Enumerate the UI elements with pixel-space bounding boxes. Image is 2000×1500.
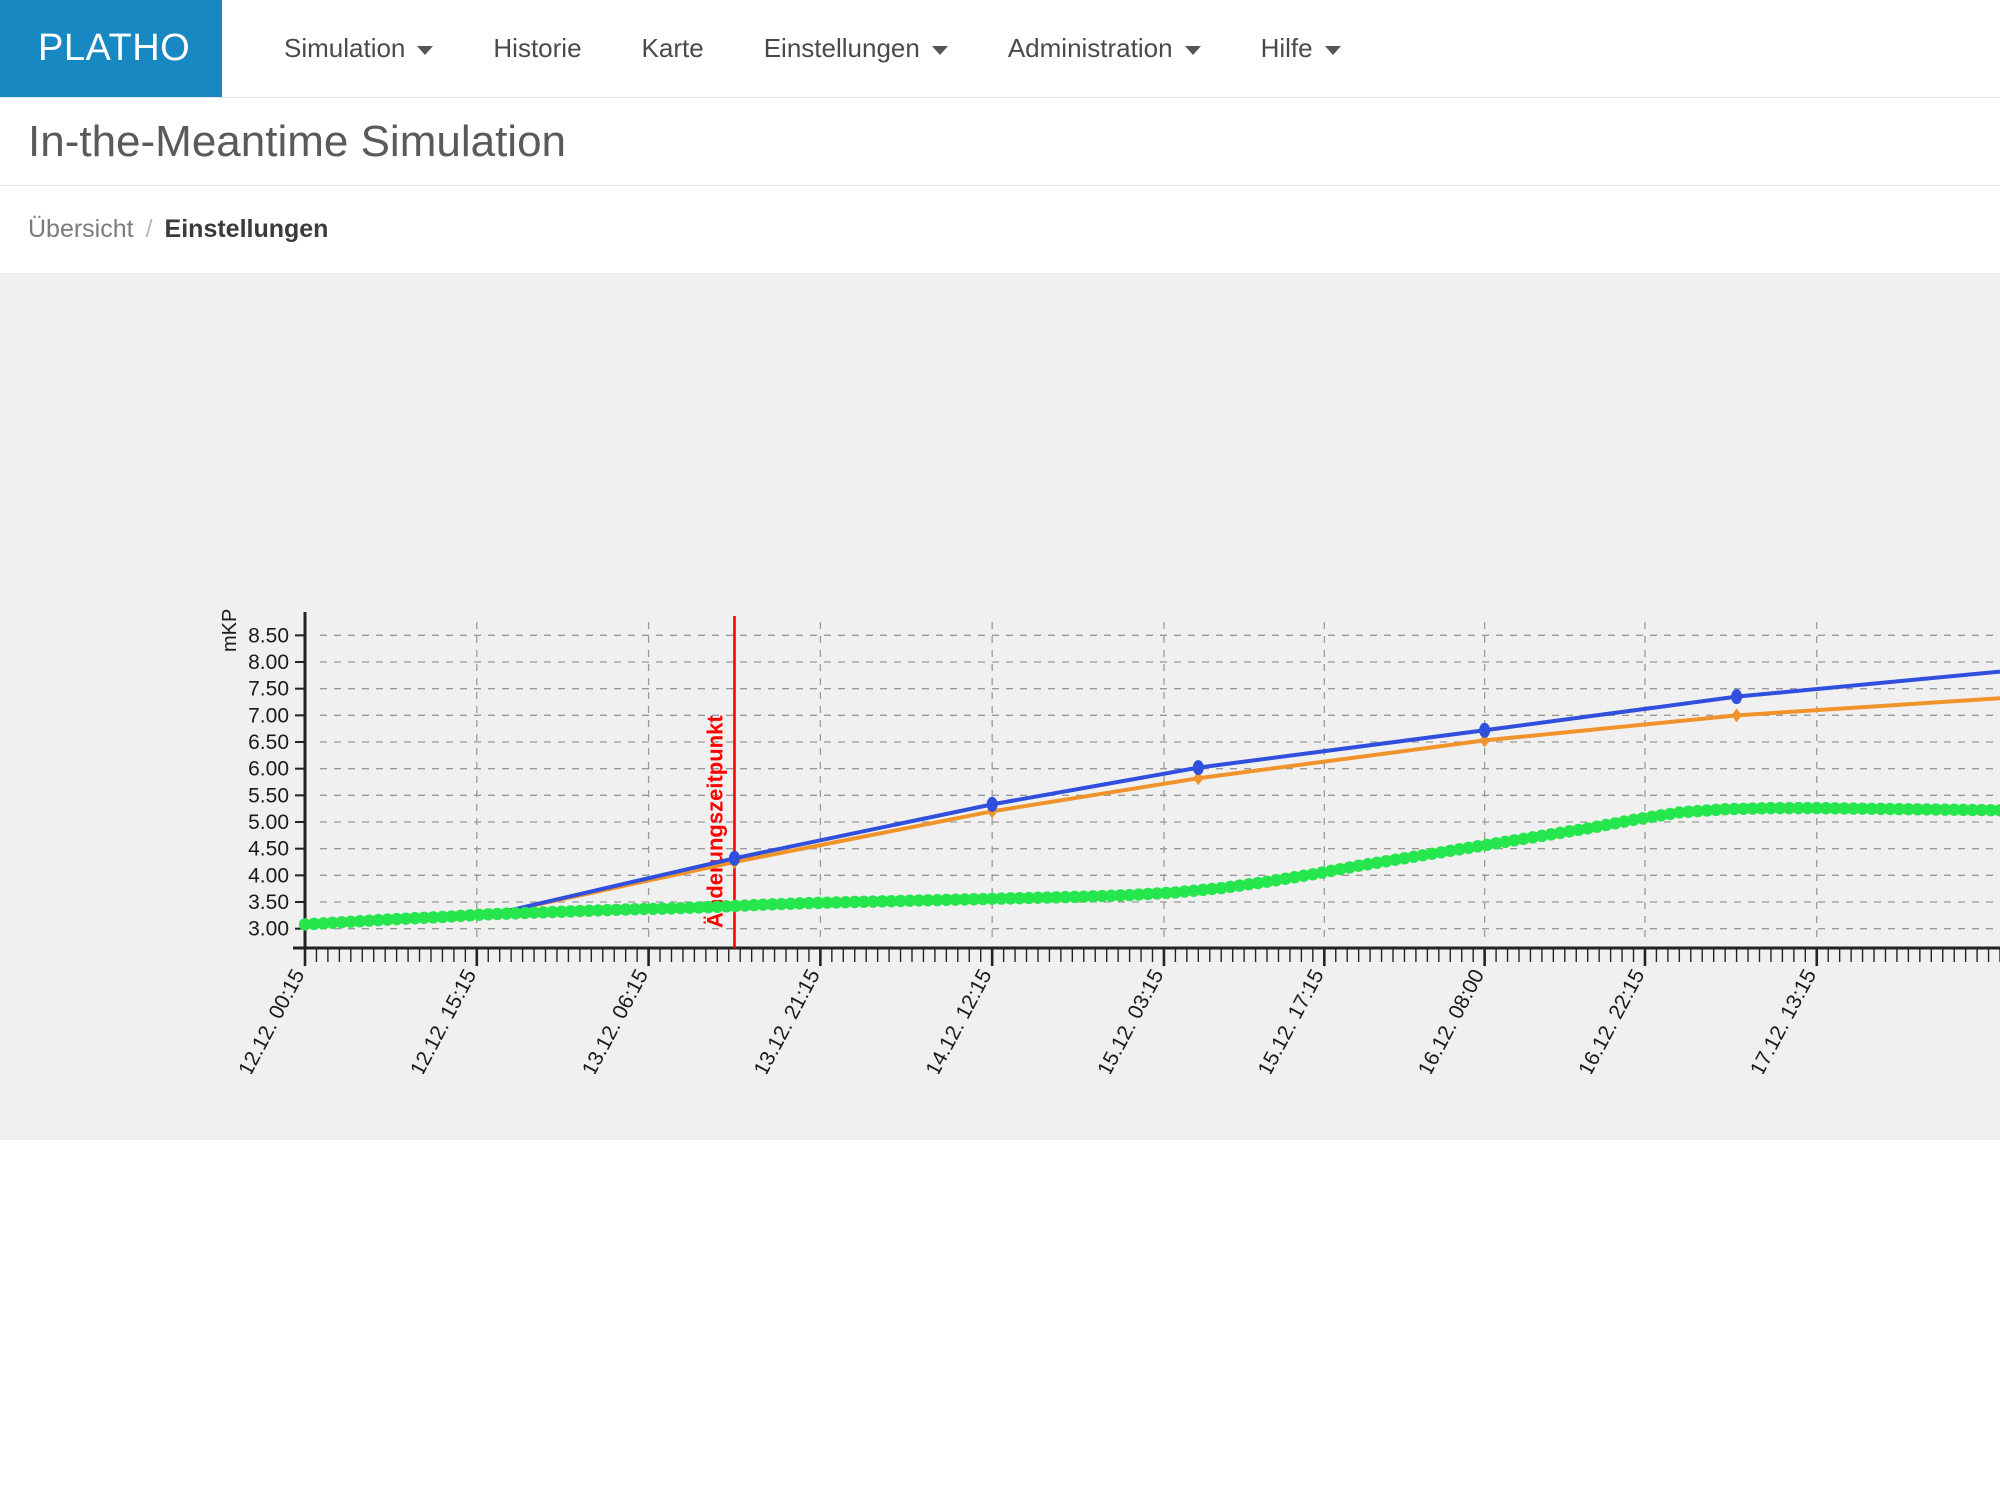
x-tick-label: 13.12. 21:15 xyxy=(750,966,825,1074)
y-tick-label: 3.50 xyxy=(248,891,289,914)
breadcrumb-root[interactable]: Übersicht xyxy=(28,215,134,244)
brand-logo[interactable]: PLATHO xyxy=(0,0,222,97)
chevron-down-icon xyxy=(1324,46,1341,55)
page-title: In-the-Meantime Simulation xyxy=(28,116,567,166)
nav-item-simulation[interactable]: Simulation xyxy=(254,0,463,97)
data-point xyxy=(1731,689,1743,705)
y-tick-label: 7.50 xyxy=(248,678,289,701)
main-navbar: PLATHO Simulation Historie Karte Einstel… xyxy=(0,0,2000,98)
nav-item-einstellungen[interactable]: Einstellungen xyxy=(734,0,978,97)
chart-svg: mKP 3.00 3.50 4.00 4.50 5.00 5.50 6.00 6.50 7.00 7… xyxy=(219,609,2000,1079)
y-axis-label: mKP xyxy=(219,609,241,652)
nav-item-label: Simulation xyxy=(284,33,406,63)
x-tick-label: 12.12. 00:15 xyxy=(234,966,309,1074)
x-tick-label: 16.12. 22:15 xyxy=(1574,966,1649,1074)
data-point xyxy=(1731,708,1742,723)
y-tick-label: 6.00 xyxy=(248,758,289,781)
data-point xyxy=(1192,760,1204,776)
breadcrumb: Übersicht / Einstellungen xyxy=(0,186,2000,274)
y-tick-label: 3.00 xyxy=(248,918,289,941)
x-tick-label: 17.12. 13:15 xyxy=(1746,966,1821,1074)
nav-item-hilfe[interactable]: Hilfe xyxy=(1231,0,1371,97)
chevron-down-icon xyxy=(931,46,948,55)
chevron-down-icon xyxy=(417,46,434,55)
nav-item-label: Hilfe xyxy=(1260,33,1313,63)
data-point xyxy=(728,850,740,866)
y-tick-label: 8.00 xyxy=(248,651,289,674)
x-tick-label: 13.12. 06:15 xyxy=(578,966,653,1074)
nav-item-label: Historie xyxy=(493,33,582,63)
nav-item-administration[interactable]: Administration xyxy=(978,0,1231,97)
y-tick-label: 5.00 xyxy=(248,811,289,834)
chevron-down-icon xyxy=(1184,46,1201,55)
aenderungszeitpunkt-annotation: Änderungszeitpunkt xyxy=(702,715,727,928)
nav-item-historie[interactable]: Historie xyxy=(463,0,611,97)
x-tick-label: 12.12. 15:15 xyxy=(406,966,481,1074)
x-tick-label: 15.12. 03:15 xyxy=(1093,966,1168,1074)
y-tick-label: 8.50 xyxy=(248,624,289,647)
y-tick-label: 7.00 xyxy=(248,704,289,727)
x-tick-label: 14.12. 12:15 xyxy=(921,966,996,1074)
data-point xyxy=(1479,722,1491,738)
x-tick-label: 16.12. 08:00 xyxy=(1414,966,1489,1074)
x-tick-label: 15.12. 17:15 xyxy=(1254,966,1329,1074)
y-tick-label: 4.00 xyxy=(248,864,289,887)
nav-item-label: Einstellungen xyxy=(763,33,920,63)
nav-item-label: Administration xyxy=(1007,33,1173,63)
nav-item-karte[interactable]: Karte xyxy=(612,0,734,97)
nav-item-label: Karte xyxy=(641,33,704,63)
nav-items: Simulation Historie Karte Einstellungen … xyxy=(222,0,1371,97)
y-tick-label: 4.50 xyxy=(248,838,289,861)
y-tick-label: 5.50 xyxy=(248,784,289,807)
chart-panel: mKP 3.00 3.50 4.00 4.50 5.00 5.50 6.00 6.50 7.00 7… xyxy=(0,274,2000,1140)
breadcrumb-separator: / xyxy=(145,215,153,243)
y-tick-label: 6.50 xyxy=(248,731,289,754)
breadcrumb-current: Einstellungen xyxy=(164,215,329,243)
data-point xyxy=(986,796,998,812)
page-header: In-the-Meantime Simulation xyxy=(0,98,2000,186)
pegel-chart[interactable]: mKP 3.00 3.50 4.00 4.50 5.00 5.50 6.00 6.50 7.00 7… xyxy=(0,274,2000,1079)
